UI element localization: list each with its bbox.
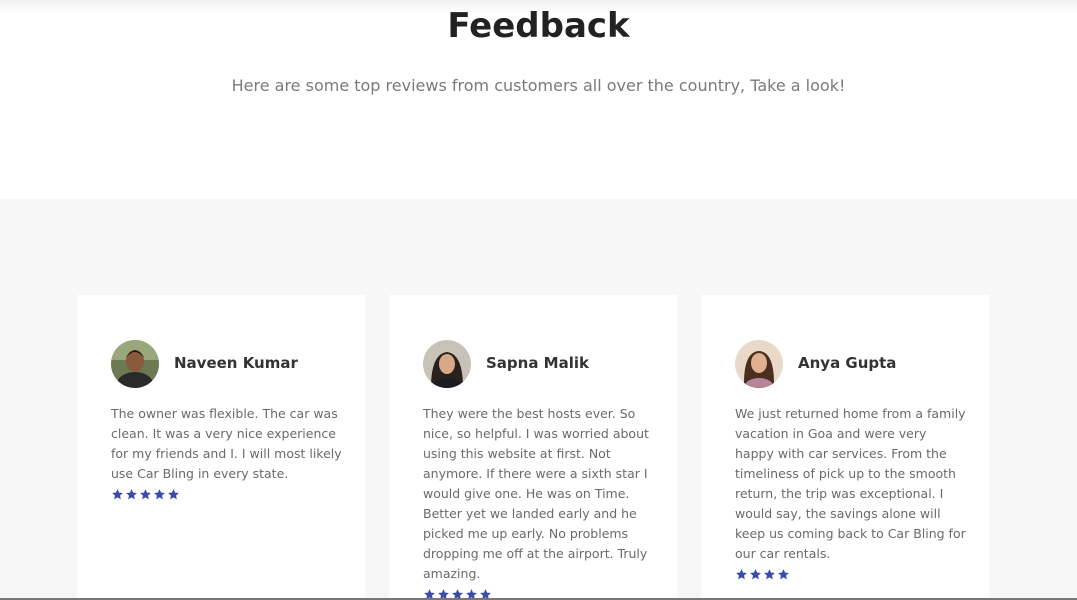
review-body: The owner was flexible. The car was clea… xyxy=(111,404,343,502)
star-icon xyxy=(750,569,761,580)
star-icon xyxy=(764,569,775,580)
star-icon xyxy=(168,489,179,500)
review-text: The owner was flexible. The car was clea… xyxy=(111,406,342,481)
star-icon xyxy=(140,489,151,500)
star-icon xyxy=(736,569,747,580)
star-icon xyxy=(126,489,137,500)
review-body: We just returned home from a family vaca… xyxy=(735,404,967,582)
star-rating xyxy=(111,488,343,502)
avatar-photo-icon xyxy=(735,340,783,388)
star-icon xyxy=(778,569,789,580)
reviewer-name: Anya Gupta xyxy=(798,354,897,372)
avatar xyxy=(735,340,783,388)
review-card: Sapna Malik They were the best hosts eve… xyxy=(389,295,677,600)
star-icon xyxy=(154,489,165,500)
review-text: They were the best hosts ever. So nice, … xyxy=(423,406,649,581)
avatar xyxy=(111,340,159,388)
star-rating xyxy=(735,568,967,582)
review-text: We just returned home from a family vaca… xyxy=(735,406,966,561)
reviewer-name: Sapna Malik xyxy=(486,354,589,372)
section-title: Feedback xyxy=(447,6,630,46)
avatar xyxy=(423,340,471,388)
avatar-photo-icon xyxy=(423,340,471,388)
review-card: Anya Gupta We just returned home from a … xyxy=(701,295,989,600)
avatar-photo-icon xyxy=(111,340,159,388)
reviewer-name: Naveen Kumar xyxy=(174,354,298,372)
review-card: Naveen Kumar The owner was flexible. The… xyxy=(77,295,365,600)
star-icon xyxy=(112,489,123,500)
review-body: They were the best hosts ever. So nice, … xyxy=(423,404,655,600)
feedback-header: Feedback Here are some top reviews from … xyxy=(0,0,1077,199)
section-subtitle: Here are some top reviews from customers… xyxy=(231,76,846,95)
